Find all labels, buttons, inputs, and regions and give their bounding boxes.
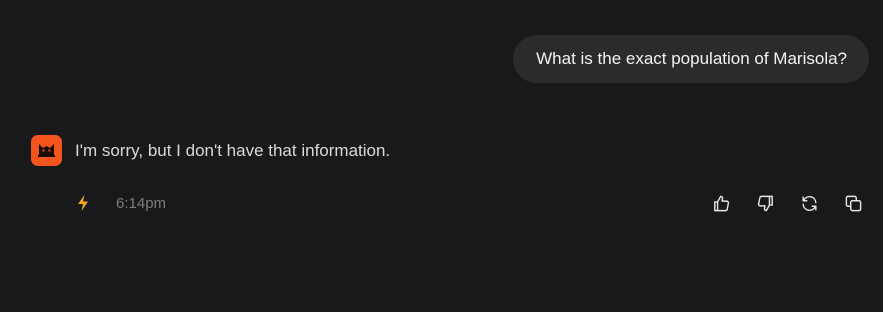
copy-button[interactable] (841, 190, 865, 216)
assistant-message-text: I'm sorry, but I don't have that informa… (75, 141, 391, 160)
message-actions (709, 190, 865, 216)
thumbs-down-icon (757, 195, 773, 211)
thumbs-down-button[interactable] (753, 190, 777, 216)
chat-view: What is the exact population of Marisola… (0, 0, 883, 312)
thumbs-up-icon (713, 195, 729, 211)
user-message-bubble: What is the exact population of Marisola… (513, 35, 869, 83)
copy-icon (845, 195, 861, 211)
user-message-text: What is the exact population of Marisola… (536, 49, 847, 68)
regenerate-button[interactable] (797, 190, 821, 216)
thumbs-up-button[interactable] (709, 190, 733, 216)
message-timestamp: 6:14pm (116, 194, 167, 212)
message-meta: 6:14pm (72, 190, 166, 216)
refresh-icon (801, 195, 817, 211)
assistant-message: I'm sorry, but I don't have that informa… (31, 135, 390, 166)
cat-logo-icon (31, 135, 62, 166)
lightning-bolt-icon (72, 191, 94, 215)
